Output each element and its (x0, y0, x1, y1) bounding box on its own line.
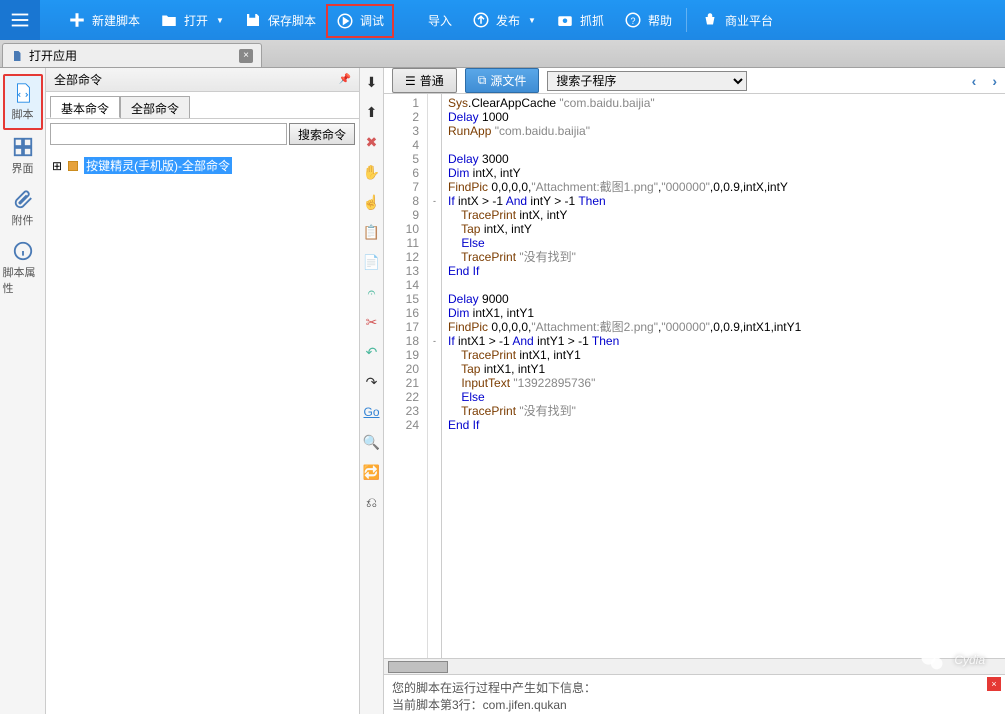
publish-label: 发布 (496, 12, 520, 29)
main-toolbar: 新建脚本 打开 ▼ 保存脚本 调试 导入 发布 ▼ 抓抓 ? 帮助 商业平台 (0, 0, 1005, 40)
command-panel: 全部命令 📌 基本命令 全部命令 搜索命令 ⊞ 按键精灵(手机版)-全部命令 (46, 68, 360, 714)
redo-icon[interactable]: ↷ (364, 374, 380, 390)
svg-text:?: ? (630, 16, 635, 26)
tab-all-cmd[interactable]: 全部命令 (120, 96, 190, 118)
ui-icon (12, 136, 34, 158)
link-icon[interactable]: 𝄐 (364, 284, 380, 300)
goto-icon[interactable]: Go (364, 404, 380, 420)
paste-icon[interactable]: 📄 (364, 254, 380, 270)
copy-icon[interactable]: 📋 (364, 224, 380, 240)
sidebar-ui-label: 界面 (12, 160, 34, 176)
pin-icon[interactable]: 📌 (339, 74, 351, 85)
separator (686, 8, 687, 32)
close-tab-button[interactable]: × (239, 49, 253, 63)
biz-label: 商业平台 (725, 12, 773, 29)
command-panel-header: 全部命令 📌 (46, 68, 359, 92)
left-sidebar: 脚本 界面 附件 脚本属性 (0, 68, 46, 714)
undo-icon[interactable]: ↶ (364, 344, 380, 360)
tab-basic-cmd[interactable]: 基本命令 (50, 96, 120, 118)
scroll-thumb[interactable] (388, 661, 448, 673)
capture-label: 抓抓 (580, 12, 604, 29)
output-console: 您的脚本在运行过程中产生如下信息： 当前脚本第3行：com.jifen.quka… (384, 674, 1005, 714)
help-button[interactable]: ? 帮助 (614, 0, 682, 40)
arrow-up-icon[interactable]: ⬆ (364, 104, 380, 120)
fold-gutter[interactable]: -- (428, 94, 442, 658)
arrow-down-icon[interactable]: ⬇ (364, 74, 380, 90)
help-label: 帮助 (648, 12, 672, 29)
command-search-button[interactable]: 搜索命令 (289, 123, 355, 145)
search-subroutine-select[interactable]: 搜索子程序 (547, 71, 747, 91)
format-icon[interactable]: ⎌ (364, 494, 380, 510)
document-tab[interactable]: 打开应用 × (2, 43, 262, 67)
sidebar-script[interactable]: 脚本 (3, 74, 43, 130)
new-script-label: 新建脚本 (92, 12, 140, 29)
sidebar-script-label: 脚本 (12, 106, 34, 122)
sidebar-props[interactable]: 脚本属性 (3, 234, 43, 302)
chevron-down-icon: ▼ (528, 16, 536, 25)
horizontal-scrollbar[interactable] (384, 658, 1005, 674)
editor-area: ⬇ ⬆ ✖ ✋ ☝ 📋 📄 𝄐 ✂ ↶ ↷ Go 🔍 🔁 ⎌ ☰ 普通 ⧉ (360, 68, 1005, 714)
find-icon[interactable]: 🔍 (364, 434, 380, 450)
pointer-icon[interactable]: ☝ (364, 194, 380, 210)
sidebar-attach[interactable]: 附件 (3, 182, 43, 234)
tab-title: 打开应用 (29, 47, 77, 64)
hand-icon[interactable]: ✋ (364, 164, 380, 180)
editor-main: ☰ 普通 ⧉ 源文件 搜索子程序 ‹ › 1234567891011121314… (384, 68, 1005, 714)
close-console-button[interactable]: × (987, 677, 1001, 691)
chevron-down-icon: ▼ (216, 16, 224, 25)
sidebar-attach-label: 附件 (12, 212, 34, 228)
attach-icon (12, 188, 34, 210)
code-icon: ⧉ (478, 73, 487, 88)
save-button[interactable]: 保存脚本 (234, 0, 326, 40)
editor-vertical-toolbar: ⬇ ⬆ ✖ ✋ ☝ 📋 📄 𝄐 ✂ ↶ ↷ Go 🔍 🔁 ⎌ (360, 68, 384, 714)
tab-normal-view[interactable]: ☰ 普通 (392, 68, 457, 93)
script-icon (12, 82, 34, 104)
menu-button[interactable] (0, 0, 40, 40)
code-text[interactable]: Sys.ClearAppCache "com.baidu.baijia"Dela… (442, 94, 1005, 658)
open-button[interactable]: 打开 ▼ (150, 0, 234, 40)
debug-label: 调试 (360, 12, 384, 29)
editor-nav: ‹ › (972, 73, 997, 89)
tree-root-item[interactable]: ⊞ 按键精灵(手机版)-全部命令 (52, 155, 353, 176)
command-search: 搜索命令 (46, 118, 359, 149)
command-tabs: 基本命令 全部命令 (46, 92, 359, 118)
open-label: 打开 (184, 12, 208, 29)
line-gutter: 123456789101112131415161718192021222324 (384, 94, 428, 658)
sidebar-ui[interactable]: 界面 (3, 130, 43, 182)
tab-source-view[interactable]: ⧉ 源文件 (465, 68, 540, 93)
console-line-1: 您的脚本在运行过程中产生如下信息： (392, 679, 997, 696)
cut-icon[interactable]: ✂ (364, 314, 380, 330)
tab-normal-label: 普通 (420, 72, 444, 89)
list-icon: ☰ (405, 74, 416, 88)
nav-prev-button[interactable]: ‹ (972, 73, 977, 89)
command-search-input[interactable] (50, 123, 287, 145)
info-icon (12, 240, 34, 262)
editor-topbar: ☰ 普通 ⧉ 源文件 搜索子程序 ‹ › (384, 68, 1005, 94)
file-icon (11, 50, 23, 62)
package-icon (66, 159, 80, 173)
replace-icon[interactable]: 🔁 (364, 464, 380, 480)
expand-icon[interactable]: ⊞ (52, 159, 62, 173)
delete-icon[interactable]: ✖ (364, 134, 380, 150)
import-button[interactable]: 导入 (394, 0, 462, 40)
new-script-button[interactable]: 新建脚本 (58, 0, 150, 40)
debug-button[interactable]: 调试 (326, 4, 394, 38)
import-label: 导入 (428, 12, 452, 29)
command-tree[interactable]: ⊞ 按键精灵(手机版)-全部命令 (46, 149, 359, 714)
console-line-2: 当前脚本第3行：com.jifen.qukan (392, 696, 997, 713)
biz-button[interactable]: 商业平台 (691, 0, 783, 40)
nav-next-button[interactable]: › (992, 73, 997, 89)
capture-button[interactable]: 抓抓 (546, 0, 614, 40)
command-panel-title: 全部命令 (54, 71, 102, 88)
code-editor[interactable]: 123456789101112131415161718192021222324 … (384, 94, 1005, 658)
document-tabbar: 打开应用 × (0, 40, 1005, 68)
save-label: 保存脚本 (268, 12, 316, 29)
sidebar-props-label: 脚本属性 (3, 264, 43, 296)
publish-button[interactable]: 发布 ▼ (462, 0, 546, 40)
tree-root-label: 按键精灵(手机版)-全部命令 (84, 157, 232, 174)
tab-source-label: 源文件 (490, 72, 526, 89)
